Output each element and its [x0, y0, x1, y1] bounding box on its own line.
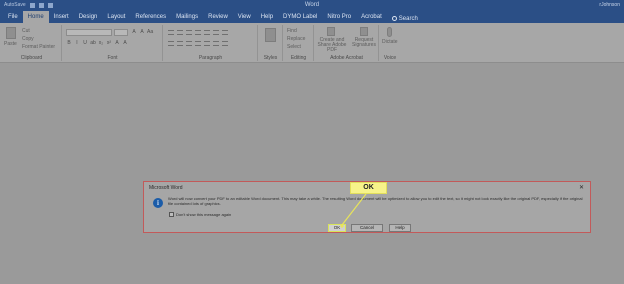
tab-view[interactable]: View — [233, 11, 256, 23]
font-label: Font — [107, 55, 118, 61]
bullets-icon[interactable] — [168, 30, 174, 35]
bold-icon[interactable]: B — [66, 40, 72, 46]
styles-label: Styles — [263, 55, 278, 61]
align-right-icon[interactable] — [186, 41, 192, 46]
font-color-icon[interactable]: A — [122, 40, 128, 46]
adobe-acrobat-label: Adobe Acrobat — [330, 55, 363, 61]
voice-group: Dictate Voice — [380, 25, 400, 61]
info-icon: i — [153, 198, 163, 208]
close-icon[interactable]: ✕ — [579, 184, 584, 191]
tab-mailings[interactable]: Mailings — [171, 11, 203, 23]
copy-button[interactable]: Copy — [22, 36, 34, 42]
ribbon: Paste Cut Copy Format Painter Clipboard … — [0, 23, 624, 63]
align-left-icon[interactable] — [168, 41, 174, 46]
dont-show-checkbox[interactable]: Don't show this message again — [169, 212, 231, 217]
font-format-buttons: B I U ab x₂ x² A A — [66, 40, 128, 46]
tab-help[interactable]: Help — [256, 11, 278, 23]
show-marks-icon[interactable] — [222, 30, 228, 35]
microphone-icon[interactable] — [387, 27, 392, 37]
create-pdf-icon[interactable] — [327, 27, 335, 36]
font-size-field[interactable] — [114, 29, 128, 36]
align-buttons — [168, 41, 228, 46]
decrease-indent-icon[interactable] — [195, 30, 201, 35]
shading-icon[interactable] — [213, 41, 219, 46]
replace-button[interactable]: Replace — [287, 36, 305, 42]
numbering-icon[interactable] — [177, 30, 183, 35]
underline-icon[interactable]: U — [82, 40, 88, 46]
dictate-button[interactable]: Dictate — [382, 39, 398, 45]
tab-references[interactable]: References — [130, 11, 171, 23]
paste-button[interactable]: Paste — [4, 41, 17, 47]
paragraph-group: Paragraph — [164, 25, 258, 61]
menu-bar: File Home Insert Design Layout Reference… — [0, 11, 624, 23]
search-icon — [391, 16, 397, 21]
checkbox-label: Don't show this message again — [176, 212, 232, 217]
editing-group: Find Replace Select Editing — [284, 25, 314, 61]
dialog-title: Microsoft Word — [149, 185, 183, 191]
grow-font-icon[interactable]: A — [131, 29, 137, 35]
increase-indent-icon[interactable] — [204, 30, 210, 35]
request-signatures-button[interactable]: Request Signatures — [350, 38, 378, 48]
justify-icon[interactable] — [195, 41, 201, 46]
dialog-message: Word will now convert your PDF to an edi… — [168, 196, 583, 206]
font-size-controls: A A Aa — [131, 29, 153, 35]
editing-label: Editing — [290, 55, 307, 61]
list-buttons — [168, 30, 228, 35]
borders-icon[interactable] — [222, 41, 228, 46]
ok-button[interactable]: OK — [328, 224, 346, 232]
multilevel-list-icon[interactable] — [186, 30, 192, 35]
tab-layout[interactable]: Layout — [102, 11, 130, 23]
paragraph-label: Paragraph — [198, 55, 223, 61]
change-case-icon[interactable]: Aa — [147, 29, 153, 35]
font-group: A A Aa B I U ab x₂ x² A A Font — [63, 25, 163, 61]
format-painter-button[interactable]: Format Painter — [22, 44, 55, 50]
sort-icon[interactable] — [213, 30, 219, 35]
styles-group: Styles — [259, 25, 283, 61]
clipboard-group: Paste Cut Copy Format Painter Clipboard — [2, 25, 62, 61]
ribbon-tabs: File Home Insert Design Layout Reference… — [3, 11, 423, 23]
ok-callout-label: OK — [350, 182, 387, 194]
tab-acrobat[interactable]: Acrobat — [356, 11, 387, 23]
strikethrough-icon[interactable]: ab — [90, 40, 96, 46]
shrink-font-icon[interactable]: A — [139, 29, 145, 35]
user-name[interactable]: rJohnson — [599, 2, 620, 8]
tab-insert[interactable]: Insert — [49, 11, 74, 23]
cancel-button[interactable]: Cancel — [351, 224, 383, 232]
clipboard-label: Clipboard — [20, 55, 43, 61]
search-box[interactable]: Search — [387, 11, 423, 23]
tab-nitro-pro[interactable]: Nitro Pro — [322, 11, 356, 23]
create-share-pdf-button[interactable]: Create and Share Adobe PDF — [317, 38, 347, 53]
help-button[interactable]: Help — [389, 224, 411, 232]
checkbox-box[interactable] — [169, 212, 174, 217]
tab-design[interactable]: Design — [74, 11, 103, 23]
tab-review[interactable]: Review — [203, 11, 233, 23]
line-spacing-icon[interactable] — [204, 41, 210, 46]
voice-label: Voice — [383, 55, 397, 61]
request-signatures-icon[interactable] — [360, 27, 368, 36]
text-effects-icon[interactable]: A — [114, 40, 120, 46]
document-area — [0, 64, 624, 284]
adobe-acrobat-group: Create and Share Adobe PDF Request Signa… — [315, 25, 379, 61]
cut-button[interactable]: Cut — [22, 28, 30, 34]
italic-icon[interactable]: I — [74, 40, 80, 46]
tab-home[interactable]: Home — [22, 11, 49, 23]
tab-file[interactable]: File — [3, 11, 23, 23]
font-name-field[interactable] — [66, 29, 112, 36]
paste-icon[interactable] — [6, 27, 16, 39]
tab-dymo-label[interactable]: DYMO Label — [278, 11, 322, 23]
select-button[interactable]: Select — [287, 44, 301, 50]
align-center-icon[interactable] — [177, 41, 183, 46]
window-title: Word — [304, 2, 320, 8]
superscript-icon[interactable]: x² — [106, 40, 112, 46]
search-label: Search — [398, 15, 418, 22]
subscript-icon[interactable]: x₂ — [98, 40, 104, 46]
title-bar: AutoSave Word rJohnson — [0, 0, 624, 11]
styles-gallery-icon[interactable] — [265, 28, 276, 42]
find-button[interactable]: Find — [287, 28, 297, 34]
